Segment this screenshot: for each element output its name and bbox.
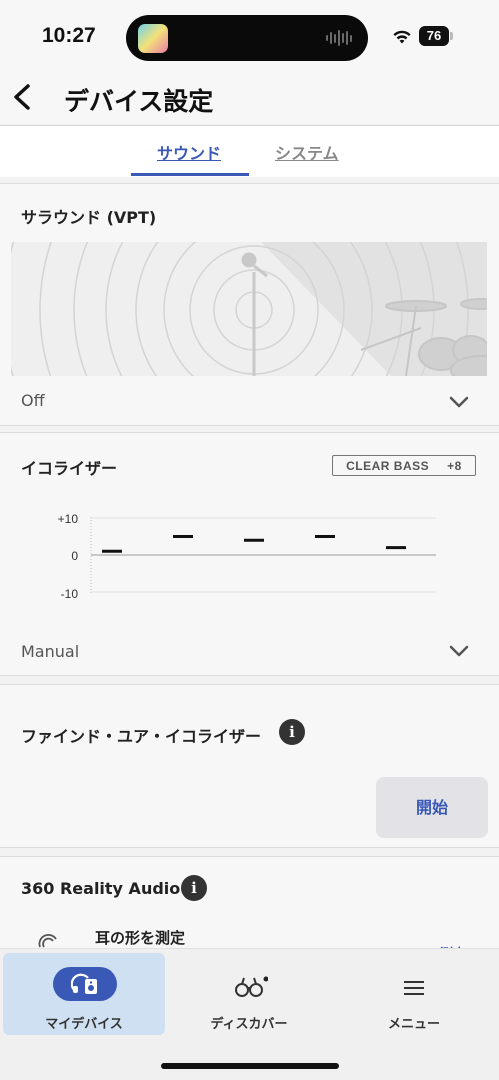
reality-audio-card: 360 Reality Audio i 耳の形を測定 測定 [0, 856, 499, 962]
surround-title: サラウンド (VPT) [21, 208, 157, 227]
equalizer-card: イコライザー CLEAR BASS +8 +10 0 -10 Manual [0, 432, 499, 676]
battery-level: 76 [419, 26, 449, 46]
home-indicator[interactable] [161, 1063, 339, 1069]
ear-shape-label: 耳の形を測定 [95, 929, 186, 947]
status-bar: 10:27 76 [0, 0, 499, 72]
audio-waveform-icon [326, 29, 352, 47]
info-icon[interactable]: i [181, 875, 207, 901]
equalizer-chart[interactable]: +10 0 -10 [40, 505, 450, 605]
surround-select-value[interactable]: Off [21, 391, 45, 410]
nav-active-pill [53, 967, 117, 1001]
nav-my-device[interactable]: マイデバイス [3, 953, 165, 1035]
surround-card: サラウンド (VPT) Off [0, 183, 499, 426]
chevron-down-icon[interactable] [449, 645, 469, 657]
tab-bar: サウンド システム [0, 125, 499, 177]
app-header: デバイス設定 [0, 72, 499, 124]
battery-icon: 76 [419, 26, 453, 46]
active-tab-indicator [131, 173, 249, 176]
eq-preset-value[interactable]: Manual [21, 642, 79, 661]
dynamic-island[interactable] [126, 15, 368, 61]
vpt-illustration [11, 242, 487, 376]
eq-tick-zero: 0 [71, 549, 78, 563]
find-your-eq-title: ファインド・ユア・イコライザー [21, 727, 262, 746]
clear-bass-value: +8 [447, 458, 462, 473]
start-button[interactable]: 開始 [376, 777, 488, 838]
chevron-down-icon[interactable] [449, 396, 469, 408]
nav-discover[interactable]: ディスカバー [168, 953, 330, 1035]
binoculars-icon [235, 976, 268, 997]
eq-tick-min: -10 [61, 587, 79, 601]
now-playing-app-icon[interactable] [138, 24, 168, 53]
back-arrow-icon[interactable] [10, 80, 34, 114]
status-time: 10:27 [42, 24, 96, 47]
eq-tick-max: +10 [58, 512, 79, 526]
clear-bass-badge[interactable]: CLEAR BASS +8 [332, 455, 476, 476]
clear-bass-label: CLEAR BASS [346, 458, 430, 473]
tab-system[interactable]: システム [275, 140, 339, 164]
bottom-navigation: マイデバイス ディスカバー メニュー [0, 948, 499, 1080]
info-icon[interactable]: i [279, 719, 305, 745]
nav-label-my-device: マイデバイス [45, 1017, 123, 1032]
wifi-icon [393, 30, 411, 44]
find-your-equalizer-card: ファインド・ユア・イコライザー i 開始 [0, 684, 499, 848]
nav-label-discover: ディスカバー [210, 1017, 288, 1032]
hamburger-menu-icon [404, 981, 424, 995]
page-title: デバイス設定 [64, 87, 214, 116]
equalizer-title: イコライザー [21, 459, 118, 478]
reality-audio-title: 360 Reality Audio [21, 879, 181, 898]
nav-label-menu: メニュー [387, 1017, 440, 1032]
tab-sound[interactable]: サウンド [157, 140, 221, 164]
nav-menu[interactable]: メニュー [333, 953, 495, 1035]
headphones-icon [71, 973, 97, 994]
